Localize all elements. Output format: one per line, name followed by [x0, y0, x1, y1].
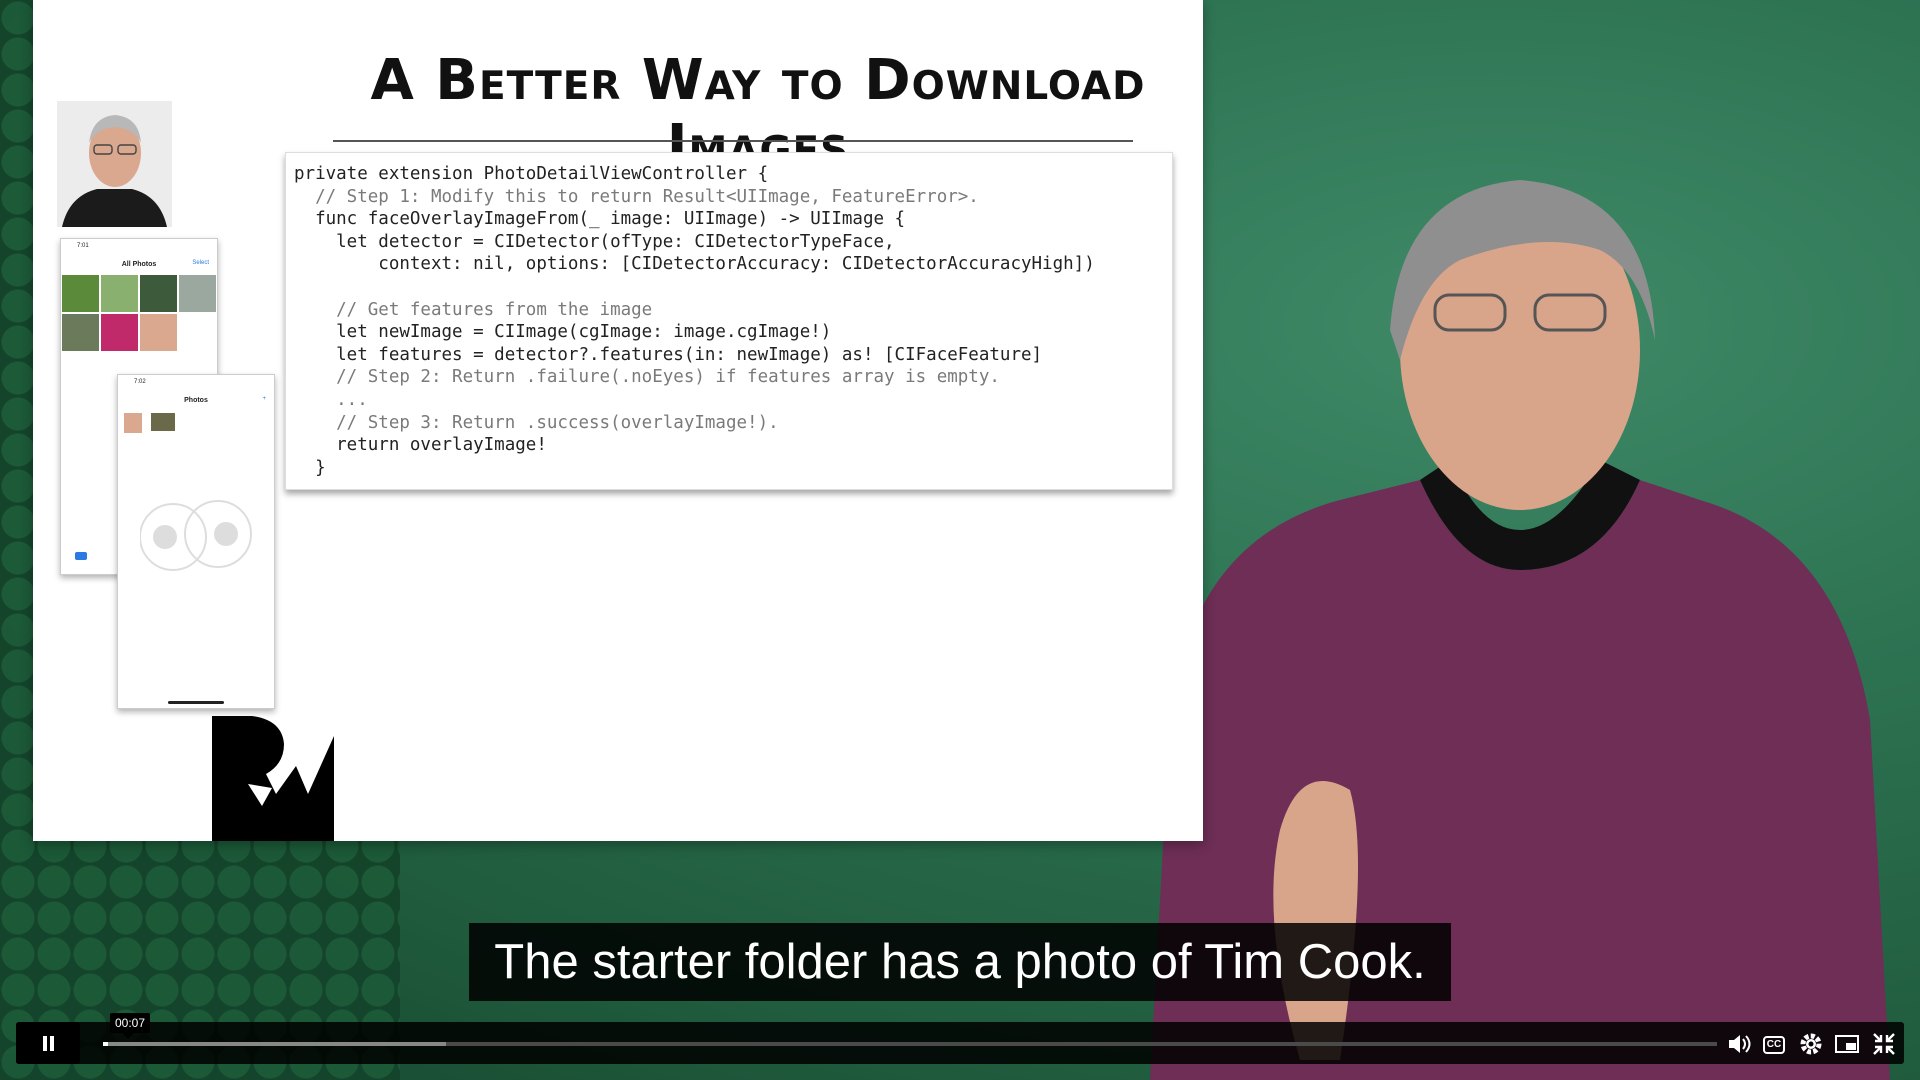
phone-title: Photos	[184, 397, 208, 404]
code-line: // Step 2: Return .failure(.noEyes) if f…	[294, 367, 1000, 388]
pause-icon	[43, 1036, 47, 1051]
tim-cook-photo	[57, 101, 172, 227]
code-line: // Step 3: Return .success(overlayImage!…	[294, 412, 779, 433]
phone-time: 7:01	[77, 243, 89, 249]
played-range	[103, 1042, 108, 1046]
settings-icon[interactable]	[1798, 1031, 1824, 1057]
raywenderlich-logo	[212, 716, 334, 841]
captions-icon[interactable]: CC	[1763, 1036, 1785, 1054]
buffered-range	[107, 1042, 446, 1046]
code-line: context: nil, options: [CIDetectorAccura…	[294, 254, 1095, 275]
home-indicator	[168, 701, 224, 704]
add-icon: +	[262, 396, 266, 402]
pip-icon[interactable]	[1834, 1031, 1860, 1057]
exit-fullscreen-icon[interactable]	[1871, 1031, 1897, 1057]
subtitle-caption: The starter folder has a photo of Tim Co…	[469, 923, 1451, 1001]
code-line: let newImage = CIImage(cgImage: image.cg…	[294, 322, 832, 343]
code-line: // Step 1: Modify this to return Result<…	[294, 186, 979, 207]
code-line: func faceOverlayImageFrom(_ image: UIIma…	[294, 209, 906, 230]
face-overlay-placeholder	[140, 500, 252, 571]
volume-icon[interactable]	[1726, 1031, 1752, 1057]
phone-screenshot-photos: 7:02 Photos +	[117, 374, 275, 709]
code-text: private extension PhotoDetailViewControl…	[294, 163, 1095, 479]
thumbnail	[151, 413, 175, 431]
photos-tab-icon	[75, 552, 87, 560]
code-line: }	[294, 457, 326, 478]
pause-button[interactable]	[16, 1022, 80, 1064]
code-line: // Get features from the image	[294, 299, 653, 320]
photo-grid	[62, 275, 216, 351]
presentation-slide: A Better Way to Download Images 7:01 All…	[33, 0, 1203, 841]
select-link: Select	[192, 260, 209, 266]
phone-time: 7:02	[134, 379, 146, 385]
code-line: let detector = CIDetector(ofType: CIDete…	[294, 231, 895, 252]
code-line: ...	[294, 389, 368, 410]
thumbnail	[124, 413, 142, 433]
pause-icon	[50, 1036, 54, 1051]
current-time-tooltip: 00:07	[110, 1013, 151, 1039]
code-line: private extension PhotoDetailViewControl…	[294, 164, 769, 184]
title-divider	[333, 140, 1133, 142]
code-listing: private extension PhotoDetailViewControl…	[285, 152, 1173, 490]
video-frame[interactable]: A Better Way to Download Images 7:01 All…	[0, 0, 1920, 1080]
code-line: let features = detector?.features(in: ne…	[294, 344, 1043, 365]
code-line: return overlayImage!	[294, 435, 547, 456]
